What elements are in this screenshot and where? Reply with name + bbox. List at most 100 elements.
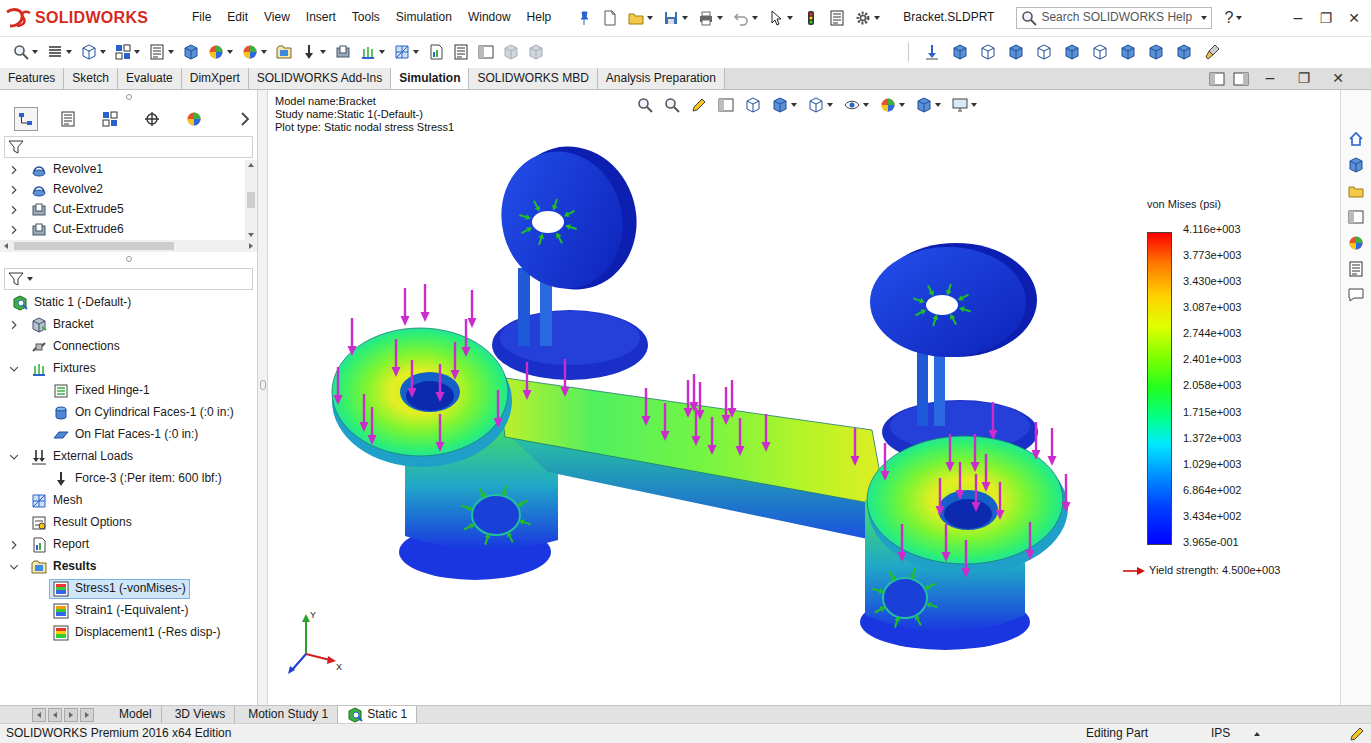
- graphics-area[interactable]: Model name:BracketStudy name:Static 1(-D…: [268, 90, 1340, 705]
- panel-splitter[interactable]: [258, 90, 268, 705]
- item-box[interactable]: Result Options: [27, 513, 136, 533]
- pencil-button[interactable]: [690, 95, 708, 115]
- cube-button[interactable]: [915, 95, 942, 115]
- item-box[interactable]: On Flat Faces-1 (:0 in:): [49, 425, 202, 445]
- tab-label[interactable]: Static 1: [367, 707, 407, 723]
- cube-button[interactable]: [1063, 42, 1081, 62]
- dropdown-arrow[interactable]: [66, 50, 72, 54]
- item-label[interactable]: On Flat Faces-1 (:0 in:): [75, 427, 198, 443]
- tree-item[interactable]: On Flat Faces-1 (:0 in:): [0, 424, 257, 446]
- expand-toggle[interactable]: [5, 364, 23, 374]
- expand-toggle[interactable]: [5, 185, 23, 195]
- arrowdn-button[interactable]: [923, 42, 941, 62]
- dropdown-arrow[interactable]: [168, 50, 174, 54]
- expand-toggle[interactable]: [5, 562, 23, 572]
- mag-button[interactable]: [663, 95, 681, 115]
- item-label[interactable]: Bracket: [53, 317, 94, 333]
- menu-item[interactable]: View: [256, 8, 298, 28]
- command-tab[interactable]: Sketch: [64, 68, 118, 89]
- cube-button[interactable]: [1119, 42, 1137, 62]
- printer-button[interactable]: [697, 8, 724, 28]
- item-box[interactable]: External Loads: [27, 447, 137, 467]
- results-button[interactable]: [275, 42, 293, 62]
- item-box[interactable]: Force-3 (:Per item: 600 lbf:): [49, 469, 226, 489]
- tree-item[interactable]: Bracket: [0, 314, 257, 336]
- item-label[interactable]: Results: [53, 559, 96, 575]
- item-label[interactable]: Displacement1 (-Res disp-): [75, 625, 220, 641]
- cubeo-button[interactable]: [744, 95, 762, 115]
- dropdown-arrow[interactable]: [899, 103, 905, 107]
- tab-label[interactable]: Model: [119, 707, 152, 723]
- left-pane-icon[interactable]: [1209, 71, 1225, 87]
- item-box[interactable]: Fixed Hinge-1: [49, 381, 154, 401]
- cubeg-button[interactable]: [502, 42, 520, 62]
- item-label[interactable]: Connections: [53, 339, 120, 355]
- list-button[interactable]: [46, 42, 73, 62]
- help-button[interactable]: ?: [1224, 8, 1233, 29]
- tab-scroll-button[interactable]: [64, 708, 78, 722]
- dropdown-arrow[interactable]: [227, 50, 233, 54]
- expand-toggle[interactable]: [5, 225, 23, 235]
- tab-scroll-button[interactable]: [32, 708, 46, 722]
- item-box[interactable]: Stress1 (-vonMises-): [49, 579, 190, 599]
- dropdown-arrow[interactable]: [134, 50, 140, 54]
- tree-item[interactable]: Results: [0, 556, 257, 578]
- dropdown-arrow[interactable]: [935, 103, 941, 107]
- brush-button[interactable]: [1203, 42, 1221, 62]
- dimxpert-manager-tab[interactable]: [140, 107, 164, 131]
- undo-button[interactable]: [732, 8, 759, 28]
- dropdown-arrow[interactable]: [261, 50, 267, 54]
- report-button[interactable]: [427, 42, 445, 62]
- expand-toggle[interactable]: [5, 205, 23, 215]
- mesh-button[interactable]: [393, 42, 420, 62]
- bottom-tab[interactable]: 3D Views: [162, 706, 235, 723]
- tree-item[interactable]: Cut-Extrude6: [0, 220, 245, 240]
- eye-button[interactable]: [843, 95, 870, 115]
- design-library-icon[interactable]: [1347, 156, 1365, 174]
- tree-item[interactable]: Revolve2: [0, 180, 245, 200]
- cubeg-button[interactable]: [527, 42, 545, 62]
- units-label[interactable]: IPS: [1211, 726, 1230, 742]
- item-label[interactable]: Result Options: [53, 515, 132, 531]
- item-label[interactable]: Cut-Extrude6: [53, 222, 124, 238]
- file-explorer-icon[interactable]: [1347, 182, 1365, 200]
- dropdown-arrow[interactable]: [682, 16, 688, 20]
- expand-toggle[interactable]: [5, 320, 23, 330]
- cubeo-button[interactable]: [979, 42, 997, 62]
- command-tab[interactable]: SOLIDWORKS MBD: [469, 68, 597, 89]
- rebuild-status-icon[interactable]: [1349, 726, 1365, 742]
- item-label[interactable]: Fixed Hinge-1: [75, 383, 150, 399]
- tree-item[interactable]: On Cylindrical Faces-1 (:0 in:): [0, 402, 257, 424]
- panel-grip[interactable]: [0, 252, 257, 266]
- menu-item[interactable]: Help: [519, 8, 560, 28]
- dropdown-arrow[interactable]: [27, 277, 33, 281]
- item-label[interactable]: Static 1 (-Default-): [34, 295, 131, 311]
- cfg-button[interactable]: [114, 42, 141, 62]
- dropdown-arrow[interactable]: [320, 50, 326, 54]
- item-box[interactable]: Strain1 (-Equivalent-): [49, 601, 192, 621]
- cubeo-button[interactable]: [80, 42, 107, 62]
- window-control-button[interactable]: −: [1285, 9, 1311, 27]
- item-label[interactable]: Revolve2: [53, 182, 103, 198]
- cut-button[interactable]: [334, 42, 352, 62]
- cube-button[interactable]: [1175, 42, 1193, 62]
- light-button[interactable]: [802, 8, 820, 28]
- menu-item[interactable]: Simulation: [388, 8, 460, 28]
- display-manager-tab[interactable]: [182, 107, 206, 131]
- tree-item[interactable]: Cut-Extrude5: [0, 200, 245, 220]
- item-label[interactable]: Stress1 (-vonMises-): [75, 581, 186, 597]
- item-box[interactable]: Cut-Extrude6: [27, 220, 128, 240]
- item-box[interactable]: Static 1 (-Default-): [8, 293, 135, 313]
- scroll-left-icon[interactable]: [4, 243, 8, 249]
- tab-label[interactable]: Motion Study 1: [248, 707, 328, 723]
- tree-item[interactable]: Fixtures: [0, 358, 257, 380]
- appearances-icon[interactable]: [1347, 234, 1365, 252]
- item-label[interactable]: Cut-Extrude5: [53, 202, 124, 218]
- tab-scroll-button[interactable]: [80, 708, 94, 722]
- horizontal-scrollbar[interactable]: [0, 240, 257, 252]
- command-tab[interactable]: Simulation: [391, 68, 469, 89]
- dropdown-arrow[interactable]: [791, 103, 797, 107]
- props-button[interactable]: [452, 42, 470, 62]
- ball-button[interactable]: [207, 42, 234, 62]
- tree-item[interactable]: Fixed Hinge-1: [0, 380, 257, 402]
